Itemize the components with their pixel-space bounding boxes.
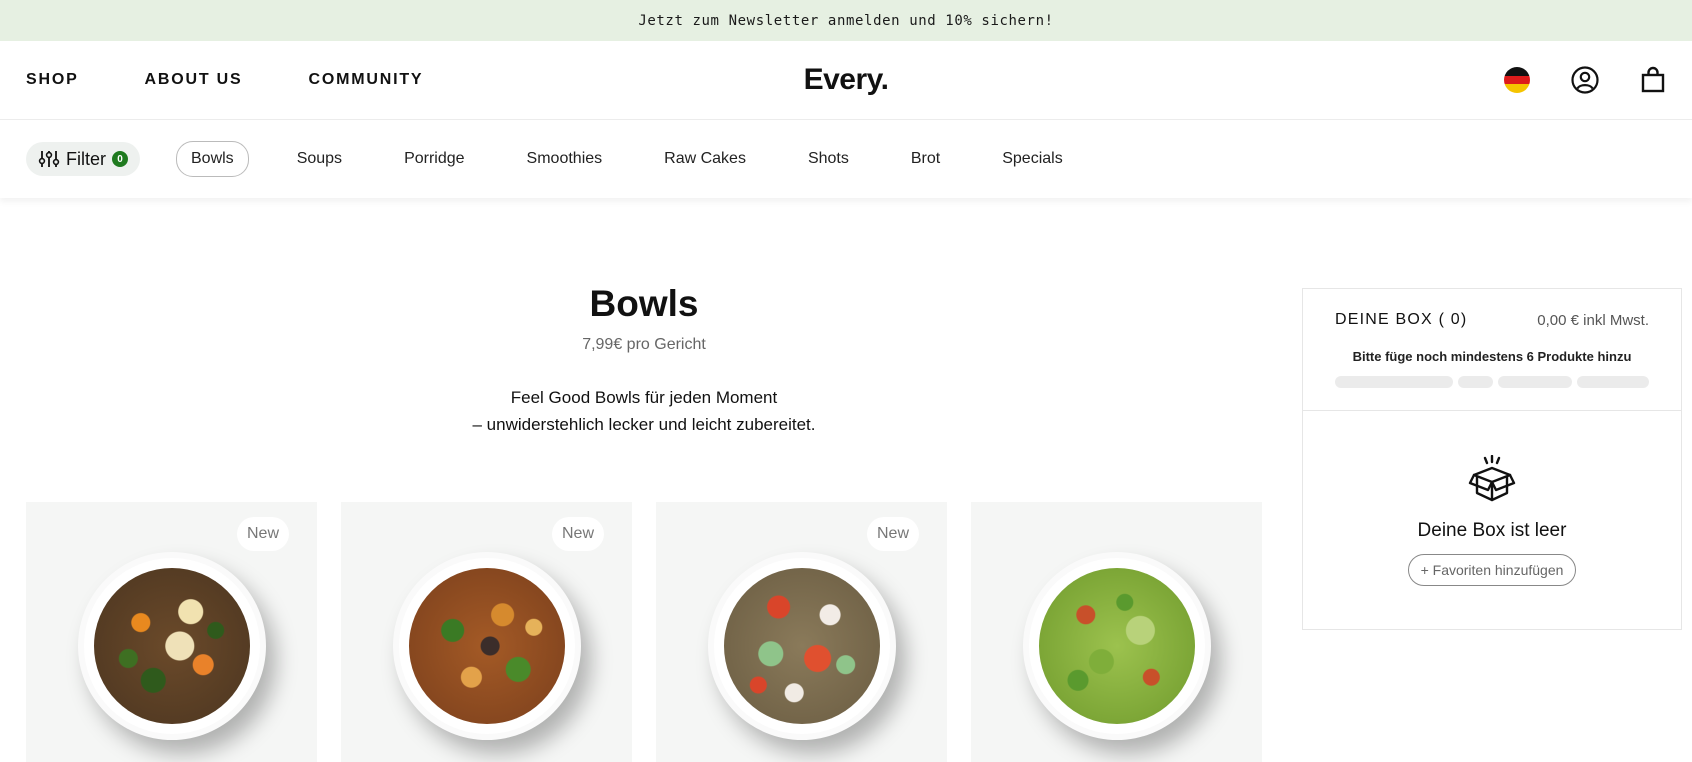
cart-box-title: DEINE BOX ( 0) <box>1335 311 1468 328</box>
cart-empty-state: Deine Box ist leer + Favoriten hinzufüge… <box>1303 454 1681 586</box>
user-account-icon[interactable] <box>1570 65 1600 95</box>
new-badge: New <box>236 517 289 551</box>
progress-segment <box>1335 376 1453 388</box>
progress-segment <box>1498 376 1572 388</box>
filter-count-badge: 0 <box>112 151 128 167</box>
open-box-icon <box>1468 454 1516 502</box>
category-brot[interactable]: Brot <box>911 142 940 176</box>
page-title: Bowls <box>589 283 699 324</box>
product-image[interactable] <box>708 552 896 740</box>
price-per-meal: 7,99€ pro Gericht <box>582 336 706 353</box>
collection-description: Feel Good Bowls für jeden Moment – unwid… <box>26 384 1262 438</box>
description-line-2: – unwiderstehlich lecker und leicht zube… <box>472 415 816 434</box>
product-card[interactable]: New <box>341 502 632 762</box>
product-image[interactable] <box>1023 552 1211 740</box>
product-card[interactable] <box>971 502 1262 762</box>
category-list: Bowls Soups Porridge Smoothies Raw Cakes… <box>176 141 1125 177</box>
main-nav: SHOP ABOUT US COMMUNITY <box>26 41 489 119</box>
filter-label: Filter <box>66 148 106 169</box>
category-bar: Filter 0 Bowls Soups Porridge Smoothies … <box>0 120 1692 198</box>
product-image[interactable] <box>78 552 266 740</box>
progress-segment <box>1458 376 1493 388</box>
category-shots[interactable]: Shots <box>808 142 849 176</box>
category-porridge[interactable]: Porridge <box>404 142 464 176</box>
category-smoothies[interactable]: Smoothies <box>527 142 603 176</box>
collection-header: Bowls 7,99€ pro Gericht Feel Good Bowls … <box>26 282 1262 438</box>
cart-box: DEINE BOX ( 0) 0,00 € inkl Mwst. Bitte f… <box>1302 288 1682 630</box>
header-icons <box>1464 41 1666 119</box>
cart-progress-bar <box>1335 376 1649 388</box>
shopping-bag-icon[interactable] <box>1640 66 1666 94</box>
category-bowls[interactable]: Bowls <box>176 141 249 177</box>
nav-about-us[interactable]: ABOUT US <box>145 71 243 89</box>
new-badge: New <box>551 517 604 551</box>
product-image[interactable] <box>393 552 581 740</box>
nav-community[interactable]: COMMUNITY <box>309 71 424 89</box>
announcement-bar[interactable]: Jetzt zum Newsletter anmelden und 10% si… <box>0 0 1692 41</box>
category-raw-cakes[interactable]: Raw Cakes <box>664 142 746 176</box>
add-favorites-button[interactable]: + Favoriten hinzufügen <box>1407 554 1577 586</box>
germany-flag-icon[interactable] <box>1504 67 1530 93</box>
cart-empty-label: Deine Box ist leer <box>1417 520 1567 541</box>
site-header: SHOP ABOUT US COMMUNITY Every. <box>0 41 1692 120</box>
cart-box-total: 0,00 € inkl Mwst. <box>1537 312 1649 329</box>
announcement-text[interactable]: Jetzt zum Newsletter anmelden und 10% si… <box>638 13 1053 29</box>
product-grid: New New New <box>26 502 1286 762</box>
category-specials[interactable]: Specials <box>1002 142 1062 176</box>
product-card[interactable]: New <box>26 502 317 762</box>
sliders-icon <box>38 151 60 167</box>
cart-box-summary: DEINE BOX ( 0) 0,00 € inkl Mwst. Bitte f… <box>1303 289 1681 411</box>
nav-shop[interactable]: SHOP <box>26 71 79 89</box>
category-soups[interactable]: Soups <box>297 142 342 176</box>
new-badge: New <box>866 517 919 551</box>
progress-segment <box>1577 376 1649 388</box>
product-card[interactable]: New <box>656 502 947 762</box>
filter-button[interactable]: Filter 0 <box>26 142 140 176</box>
cart-box-hint: Bitte füge noch mindestens 6 Produkte hi… <box>1352 349 1632 364</box>
description-line-1: Feel Good Bowls für jeden Moment <box>510 388 778 407</box>
logo[interactable]: Every. <box>804 63 889 97</box>
